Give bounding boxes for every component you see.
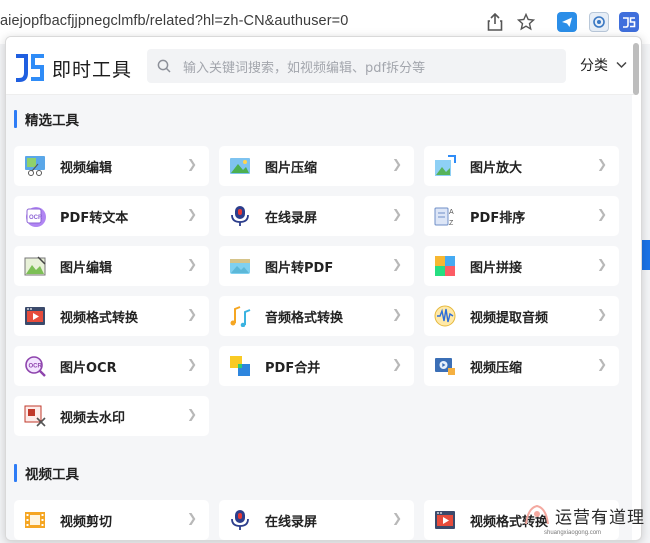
tool-image-ocr[interactable]: OCR 图片OCR ❯	[14, 346, 209, 386]
tool-screen-record-video[interactable]: 在线录屏 ❯	[219, 500, 414, 540]
telegram-extension-icon[interactable]	[557, 12, 577, 32]
remove-watermark-icon	[24, 405, 46, 427]
chevron-right-icon: ❯	[391, 307, 402, 321]
svg-text:A: A	[449, 209, 454, 216]
tool-pdf-sort[interactable]: AZ PDF排序 ❯	[424, 196, 619, 236]
tool-image-to-pdf[interactable]: 图片转PDF ❯	[219, 246, 414, 286]
pdf-ocr-icon: OCR	[24, 205, 46, 227]
category-dropdown[interactable]: 分类	[580, 55, 627, 75]
tool-image-compress[interactable]: 图片压缩 ❯	[219, 146, 414, 186]
popup-header: 即时工具 输入关键词搜索，如视频编辑、pdf拆分等 分类	[6, 37, 634, 95]
logo[interactable]: 即时工具	[14, 53, 132, 83]
tool-list[interactable]: 精选工具 视频编辑 ❯ 图片压缩 ❯ 图片放大 ❯ OCR PDF转文本 ❯ 在…	[6, 95, 632, 540]
chevron-right-icon: ❯	[391, 511, 402, 525]
section-marker	[14, 110, 17, 128]
tool-remove-watermark[interactable]: 视频去水印 ❯	[14, 396, 209, 436]
tool-image-enlarge[interactable]: 图片放大 ❯	[424, 146, 619, 186]
scrollbar[interactable]	[632, 39, 640, 539]
chevron-right-icon: ❯	[596, 357, 607, 371]
chevron-right-icon: ❯	[391, 157, 402, 171]
video-convert-icon	[434, 509, 456, 531]
tool-video-cut[interactable]: 视频剪切 ❯	[14, 500, 209, 540]
chevron-right-icon: ❯	[391, 207, 402, 221]
camera-extension-icon[interactable]	[589, 12, 609, 32]
chevron-right-icon: ❯	[596, 257, 607, 271]
watermark-subtext: shuangxiaogong.com	[544, 530, 602, 536]
search-input[interactable]: 输入关键词搜索，如视频编辑、pdf拆分等	[147, 49, 566, 83]
tool-video-edit[interactable]: 视频编辑 ❯	[14, 146, 209, 186]
chevron-right-icon: ❯	[186, 207, 197, 221]
watermark-text: 运营有道理	[555, 508, 645, 528]
svg-text:OCR: OCR	[29, 364, 43, 370]
watermark: 运营有道理 shuangxiaogong.com	[520, 500, 650, 543]
svg-text:OCR: OCR	[29, 215, 43, 221]
tool-screen-record[interactable]: 在线录屏 ❯	[219, 196, 414, 236]
category-label: 分类	[580, 58, 608, 74]
search-placeholder: 输入关键词搜索，如视频编辑、pdf拆分等	[183, 60, 426, 76]
scroll-thumb[interactable]	[633, 43, 639, 95]
extension-popup: 即时工具 输入关键词搜索，如视频编辑、pdf拆分等 分类 精选工具 视频编辑 ❯…	[5, 36, 642, 541]
search-icon	[157, 59, 171, 73]
logo-text: 即时工具	[52, 58, 133, 81]
svg-text:Z: Z	[449, 220, 454, 227]
tool-video-compress[interactable]: 视频压缩 ❯	[424, 346, 619, 386]
screen-record-icon	[229, 509, 251, 531]
section-marker	[14, 464, 17, 482]
share-icon[interactable]	[484, 11, 506, 33]
image-compress-icon	[229, 155, 251, 177]
chevron-right-icon: ❯	[391, 257, 402, 271]
jishi-logo-icon	[14, 53, 46, 83]
image-edit-icon	[24, 255, 46, 277]
chevron-right-icon: ❯	[186, 511, 197, 525]
chevron-right-icon: ❯	[186, 307, 197, 321]
tool-extract-audio[interactable]: 视频提取音频 ❯	[424, 296, 619, 336]
chevron-right-icon: ❯	[186, 407, 197, 421]
audio-convert-icon	[229, 305, 251, 328]
chevron-right-icon: ❯	[596, 207, 607, 221]
image-stitch-icon	[434, 255, 456, 277]
section-title-video: 视频工具	[14, 462, 79, 484]
chevron-right-icon: ❯	[186, 257, 197, 271]
url-text[interactable]: aiejopfbacfjjpnegclmfb/related?hl=zh-CN&…	[0, 13, 348, 29]
video-edit-icon	[24, 155, 46, 177]
chevron-right-icon: ❯	[596, 157, 607, 171]
chevron-right-icon: ❯	[186, 357, 197, 371]
image-to-pdf-icon	[229, 255, 251, 277]
pdf-sort-icon: AZ	[434, 205, 456, 227]
chevron-right-icon: ❯	[186, 157, 197, 171]
chevron-right-icon: ❯	[596, 307, 607, 321]
screen-record-icon	[229, 205, 251, 227]
tool-audio-convert[interactable]: 音频格式转换 ❯	[219, 296, 414, 336]
video-cut-icon	[24, 509, 46, 531]
section-title-featured: 精选工具	[14, 108, 79, 130]
chevron-right-icon: ❯	[391, 357, 402, 371]
extract-audio-icon	[434, 305, 456, 327]
video-convert-icon	[24, 305, 46, 327]
jishi-extension-icon[interactable]	[619, 12, 639, 32]
tool-pdf-to-text[interactable]: OCR PDF转文本 ❯	[14, 196, 209, 236]
watermark-logo-icon	[525, 504, 549, 525]
video-compress-icon	[434, 355, 456, 377]
image-ocr-icon: OCR	[24, 355, 46, 377]
star-icon[interactable]	[515, 11, 537, 33]
image-enlarge-icon	[434, 155, 456, 177]
pdf-merge-icon	[229, 355, 251, 377]
tool-pdf-merge[interactable]: PDF合并 ❯	[219, 346, 414, 386]
tool-image-stitch[interactable]: 图片拼接 ❯	[424, 246, 619, 286]
tool-image-edit[interactable]: 图片编辑 ❯	[14, 246, 209, 286]
chevron-down-icon	[616, 59, 627, 72]
tool-video-convert[interactable]: 视频格式转换 ❯	[14, 296, 209, 336]
